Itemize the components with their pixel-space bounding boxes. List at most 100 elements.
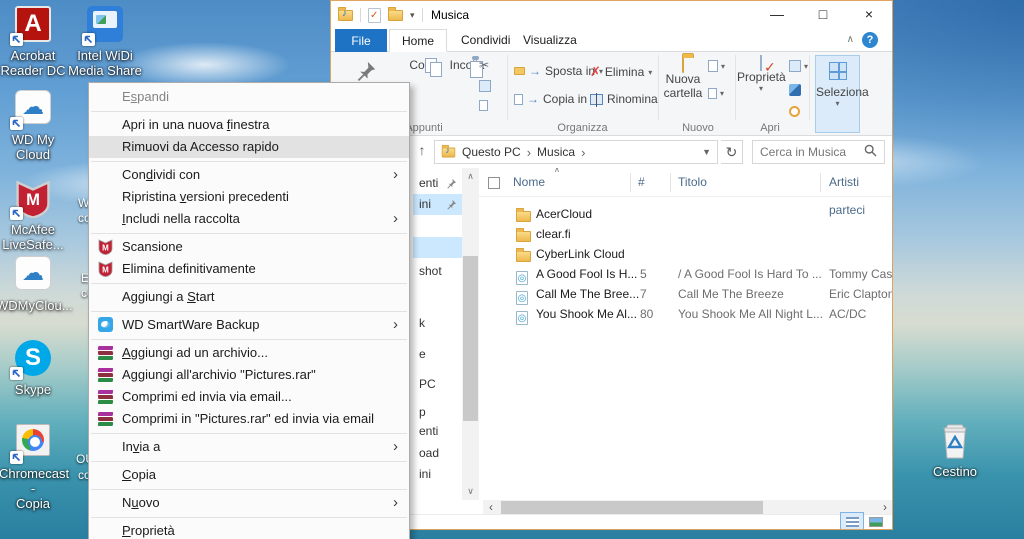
desktop-icon-acrobat-reader-dc[interactable]: AAcrobat Reader DC bbox=[0, 6, 67, 78]
file-row-a-good-fool-is-h[interactable]: ◎A Good Fool Is H...5/ A Good Fool Is Ha… bbox=[479, 264, 893, 284]
up-button[interactable]: ↑ bbox=[413, 142, 431, 162]
column-header-nome[interactable]: Nome bbox=[513, 168, 545, 196]
sidebar-item[interactable] bbox=[413, 237, 462, 258]
select-button[interactable]: Seleziona ▾ bbox=[815, 55, 860, 133]
breadcrumb-separator-icon[interactable]: › bbox=[527, 145, 531, 160]
sidebar-item[interactable]: enti bbox=[413, 421, 462, 442]
menu-item-label: Includi nella raccolta bbox=[122, 211, 240, 226]
scroll-left-icon[interactable]: ‹ bbox=[483, 500, 499, 515]
file-row-call-me-the-bree[interactable]: ◎Call Me The Bree...7Call Me The BreezeE… bbox=[479, 284, 893, 304]
copy-to-button[interactable]: → Copia in ▾ bbox=[514, 92, 595, 106]
breadcrumb[interactable]: ♪ Questo PC › Musica › ▼ bbox=[434, 140, 718, 164]
desktop-icon-cestino[interactable]: Cestino bbox=[921, 422, 989, 479]
sidebar-item[interactable]: oad bbox=[413, 443, 462, 464]
delete-button[interactable]: ✗ Elimina ▾ bbox=[590, 64, 652, 80]
scroll-down-icon[interactable]: ∨ bbox=[462, 483, 479, 500]
menu-item-comprimi-in-pictures-rar-ed-invia-via-em[interactable]: Comprimi in "Pictures.rar" ed invia via … bbox=[89, 408, 409, 430]
menu-item-wd-smartware-backup[interactable]: WD SmartWare Backup› bbox=[89, 314, 409, 336]
customize-toolbar-caret-icon[interactable]: ▾ bbox=[410, 10, 415, 21]
minimize-button[interactable]: — bbox=[754, 1, 800, 27]
menu-item-ripristina-versioni-precedenti[interactable]: Ripristina versioni precedenti bbox=[89, 186, 409, 208]
menu-item-espandi[interactable]: Espandi bbox=[89, 86, 409, 108]
file-row-you-shook-me-al[interactable]: ◎You Shook Me Al...80You Shook Me All Ni… bbox=[479, 304, 893, 324]
properties-button[interactable]: Proprietà ▾ bbox=[737, 56, 785, 93]
sidebar-item[interactable]: ini bbox=[413, 194, 462, 215]
menu-item-aggiungi-ad-un-archivio[interactable]: Aggiungi ad un archivio... bbox=[89, 342, 409, 364]
menu-item-rimuovi-da-accesso-rapido[interactable]: Rimuovi da Accesso rapido bbox=[89, 136, 409, 158]
column-header-[interactable]: # bbox=[638, 168, 645, 196]
menu-item-invia-a[interactable]: Invia a› bbox=[89, 436, 409, 458]
address-dropdown-icon[interactable]: ▼ bbox=[702, 147, 711, 157]
help-icon[interactable]: ? bbox=[862, 32, 878, 48]
desktop-icon-wdmyclou[interactable]: ☁WDMyClou... bbox=[0, 256, 70, 313]
breadcrumb-root[interactable]: Questo PC bbox=[462, 145, 521, 159]
rename-button[interactable]: Rinomina bbox=[590, 92, 658, 106]
sidebar-item[interactable]: shot bbox=[413, 261, 462, 282]
sidebar-item[interactable]: ini bbox=[413, 464, 462, 485]
menu-item-condividi-con[interactable]: Condividi con› bbox=[89, 164, 409, 186]
column-header-titolo[interactable]: Titolo bbox=[678, 168, 707, 196]
collapse-ribbon-icon[interactable]: ∧ bbox=[847, 34, 854, 45]
sidebar-item[interactable]: e bbox=[413, 344, 462, 365]
menu-item-includi-nella-raccolta[interactable]: Includi nella raccolta› bbox=[89, 208, 409, 230]
tab-home[interactable]: Home bbox=[389, 29, 447, 52]
sidebar-item[interactable]: PC bbox=[413, 374, 462, 395]
track-artist: Eric Clapton bbox=[829, 284, 893, 304]
scroll-up-icon[interactable]: ∧ bbox=[462, 168, 479, 185]
breadcrumb-separator-icon[interactable]: › bbox=[581, 145, 585, 160]
file-row-acercloud[interactable]: AcerCloud bbox=[479, 204, 893, 224]
new-folder-button[interactable]: Nuova cartella bbox=[661, 58, 705, 100]
sidebar-item[interactable]: p bbox=[413, 402, 462, 423]
track-title: Call Me The Breeze bbox=[678, 284, 784, 304]
new-item-button[interactable]: ▾ bbox=[708, 60, 725, 72]
details-view-button[interactable] bbox=[840, 512, 864, 530]
menu-item-comprimi-ed-invia-via-email[interactable]: Comprimi ed invia via email... bbox=[89, 386, 409, 408]
horizontal-scrollbar[interactable]: ‹ › bbox=[483, 500, 893, 515]
rar-icon bbox=[98, 367, 114, 383]
file-row-clear-fi[interactable]: clear.fi bbox=[479, 224, 893, 244]
copy-button[interactable]: Copia bbox=[403, 58, 447, 72]
desktop-icon-skype[interactable]: SSkype bbox=[0, 340, 67, 397]
menu-item-nuovo[interactable]: Nuovo› bbox=[89, 492, 409, 514]
copy-path-button[interactable] bbox=[479, 80, 491, 92]
menu-item-apri-in-una-nuova-finestra[interactable]: Apri in una nuova finestra bbox=[89, 114, 409, 136]
menu-item-copia[interactable]: Copia bbox=[89, 464, 409, 486]
tab-visualizza[interactable]: Visualizza bbox=[511, 29, 589, 52]
scrollbar-thumb[interactable] bbox=[463, 256, 478, 421]
open-button[interactable]: ▾ bbox=[789, 60, 808, 72]
search-input[interactable]: Cerca in Musica bbox=[752, 140, 885, 164]
rar-icon bbox=[98, 345, 114, 361]
menu-item-aggiungi-a-start[interactable]: Aggiungi a Start bbox=[89, 286, 409, 308]
file-row-cyberlink-cloud[interactable]: CyberLink Cloud bbox=[479, 244, 893, 264]
desktop-icon-mcafee-livesafe[interactable]: MMcAfee LiveSafe... bbox=[0, 180, 67, 252]
close-button[interactable]: × bbox=[846, 1, 892, 27]
chevron-down-icon: ▾ bbox=[804, 62, 808, 71]
nav-scrollbar[interactable]: ∧ ∨ bbox=[462, 168, 479, 500]
paste-shortcut-button[interactable] bbox=[479, 100, 488, 111]
desktop-icon-wd-my-cloud[interactable]: ☁WD My Cloud bbox=[0, 90, 67, 162]
thumbnails-view-button[interactable] bbox=[864, 512, 888, 530]
menu-item-aggiungi-all-archivio-pictures-rar[interactable]: Aggiungi all'archivio "Pictures.rar" bbox=[89, 364, 409, 386]
cut-button[interactable]: ✂ bbox=[479, 58, 489, 72]
new-folder-quick-icon[interactable] bbox=[388, 10, 403, 21]
tab-file[interactable]: File bbox=[335, 29, 387, 52]
menu-item-scansione[interactable]: MScansione bbox=[89, 236, 409, 258]
search-icon[interactable] bbox=[864, 144, 877, 160]
scrollbar-thumb[interactable] bbox=[501, 501, 763, 514]
sidebar-item[interactable]: enti bbox=[413, 173, 462, 194]
maximize-button[interactable]: □ bbox=[800, 1, 846, 27]
easy-access-button[interactable]: ▾ bbox=[708, 88, 724, 99]
breadcrumb-current[interactable]: Musica bbox=[537, 145, 575, 159]
sidebar-item[interactable]: k bbox=[413, 313, 462, 334]
menu-item-elimina-definitivamente[interactable]: MElimina definitivamente bbox=[89, 258, 409, 280]
folder-icon bbox=[516, 231, 531, 242]
properties-quick-icon[interactable] bbox=[368, 8, 381, 23]
select-all-checkbox[interactable] bbox=[488, 177, 500, 189]
desktop-icon-intel-widi-media-share[interactable]: Intel WiDi Media Share bbox=[68, 6, 142, 78]
desktop-icon-chromecast-copia[interactable]: Chromecast - Copia bbox=[0, 424, 67, 511]
menu-item-propriet[interactable]: Proprietà bbox=[89, 520, 409, 539]
audio-file-icon: ◎ bbox=[516, 311, 528, 325]
history-button[interactable] bbox=[789, 106, 800, 117]
edit-button[interactable] bbox=[789, 84, 801, 96]
refresh-button[interactable]: ↻ bbox=[721, 140, 743, 164]
